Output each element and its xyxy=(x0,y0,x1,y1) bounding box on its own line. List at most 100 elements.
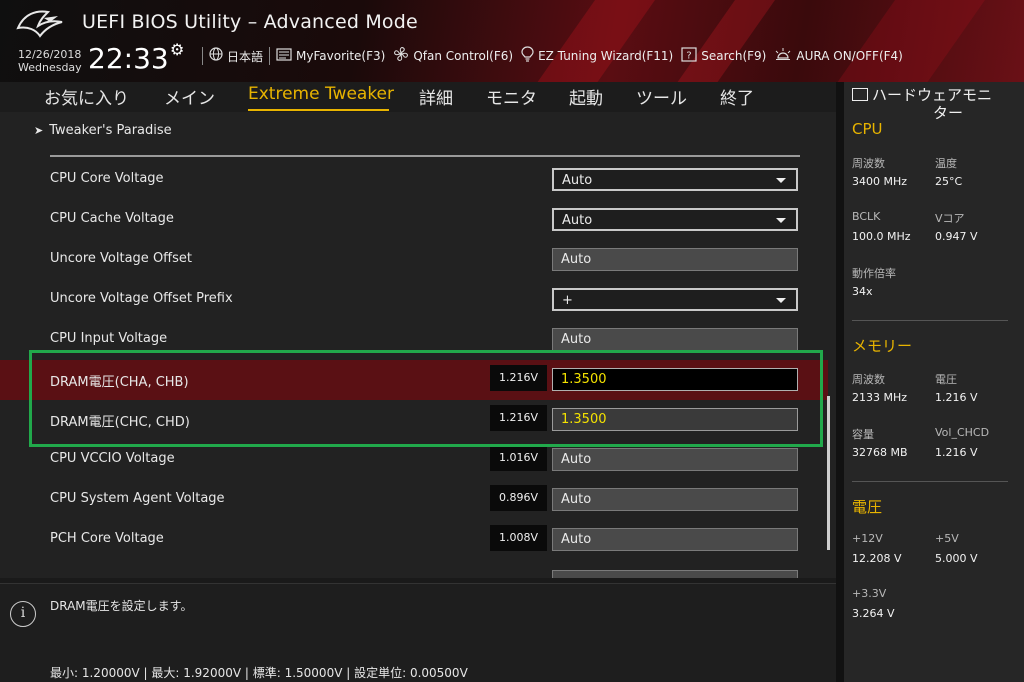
aura-toggle-label: AURA ON/OFF(F4) xyxy=(796,49,903,63)
setting-row-cpu-input-voltage[interactable]: CPU Input Voltage Auto xyxy=(0,320,828,360)
v33-value: 3.264 V xyxy=(852,607,895,620)
setting-row-dram-voltage-chc-chd[interactable]: DRAM電圧(CHC, CHD) 1.216V 1.3500 xyxy=(0,400,828,440)
voltage-reading: 1.216V xyxy=(490,365,547,391)
uncore-voltage-offset-prefix-dropdown[interactable]: + xyxy=(552,288,798,311)
search-label: Search(F9) xyxy=(701,49,767,63)
cpu-vcore-value: 0.947 V xyxy=(935,230,978,243)
mem-freq-value: 2133 MHz xyxy=(852,391,908,404)
voltage-reading: 1.216V xyxy=(490,405,547,431)
tab-favorites[interactable]: お気に入り xyxy=(44,84,129,109)
setting-label: Uncore Voltage Offset Prefix xyxy=(50,291,233,306)
fan-icon xyxy=(393,46,409,66)
help-description: DRAM電圧を設定します。 xyxy=(50,599,193,613)
setting-row-cpu-cache-voltage[interactable]: CPU Cache Voltage Auto xyxy=(0,200,828,240)
setting-row-uncore-voltage-offset[interactable]: Uncore Voltage Offset Auto xyxy=(0,240,828,280)
cpu-core-voltage-dropdown[interactable]: Auto xyxy=(552,168,798,191)
question-icon: ? xyxy=(681,46,697,66)
cpu-bclk-value: 100.0 MHz xyxy=(852,230,911,243)
monitor-icon xyxy=(852,88,868,101)
cpu-ratio-label: 動作倍率 xyxy=(852,267,896,280)
next-setting-input-partial[interactable] xyxy=(552,570,798,578)
aura-icon xyxy=(774,47,792,65)
tab-tool[interactable]: ツール xyxy=(636,84,687,109)
cpu-section-heading: CPU xyxy=(852,120,883,138)
chevron-down-icon xyxy=(776,298,786,303)
cpu-vcore-label: Vコア xyxy=(935,212,965,225)
date-text: 12/26/2018 xyxy=(18,48,82,61)
cpu-bclk-label: BCLK xyxy=(852,210,881,223)
setting-label: CPU VCCIO Voltage xyxy=(50,451,175,466)
section-divider xyxy=(50,155,800,157)
language-label: 日本語 xyxy=(227,49,264,64)
cpu-freq-label: 周波数 xyxy=(852,157,885,170)
dram-voltage-chc-chd-input[interactable]: 1.3500 xyxy=(552,408,798,431)
dropdown-value: Auto xyxy=(562,173,593,188)
cpu-system-agent-voltage-input[interactable]: Auto xyxy=(552,488,798,511)
cpu-input-voltage-input[interactable]: Auto xyxy=(552,328,798,351)
hw-title-text: ハードウェアモニ xyxy=(872,86,993,104)
bulb-icon xyxy=(521,46,534,66)
tab-advanced[interactable]: 詳細 xyxy=(419,84,453,109)
v5-label: +5V xyxy=(935,532,959,545)
cpu-cache-voltage-dropdown[interactable]: Auto xyxy=(552,208,798,231)
breadcrumb[interactable]: ➤ Tweaker's Paradise xyxy=(34,123,172,138)
gear-icon[interactable]: ⚙ xyxy=(170,40,184,59)
dram-voltage-cha-chb-input[interactable]: 1.3500 xyxy=(552,368,798,391)
cpu-vccio-voltage-input[interactable]: Auto xyxy=(552,448,798,471)
v33-label: +3.3V xyxy=(852,587,887,600)
hardware-monitor-title: ハードウェアモニ ター xyxy=(852,86,1020,122)
setting-row-uncore-voltage-offset-prefix[interactable]: Uncore Voltage Offset Prefix + xyxy=(0,280,828,320)
uncore-voltage-offset-input[interactable]: Auto xyxy=(552,248,798,271)
setting-row-cpu-core-voltage[interactable]: CPU Core Voltage Auto xyxy=(0,160,828,200)
mem-freq-label: 周波数 xyxy=(852,373,885,386)
qfan-control-button[interactable]: Qfan Control(F6) xyxy=(393,46,513,66)
tab-monitor[interactable]: モニタ xyxy=(486,84,537,109)
voltage-section-heading: 電圧 xyxy=(852,498,883,516)
language-button[interactable]: 日本語 xyxy=(209,47,263,65)
header-bar: UEFI BIOS Utility – Advanced Mode 12/26/… xyxy=(0,0,1024,82)
ez-tuning-wizard-label: EZ Tuning Wizard(F11) xyxy=(538,49,674,63)
aura-toggle-button[interactable]: AURA ON/OFF(F4) xyxy=(774,47,903,65)
mem-volt-label: 電圧 xyxy=(935,373,957,386)
myfavorite-button[interactable]: MyFavorite(F3) xyxy=(276,47,386,65)
setting-row-cpu-system-agent-voltage[interactable]: CPU System Agent Voltage 0.896V Auto xyxy=(0,480,828,520)
search-button[interactable]: ? Search(F9) xyxy=(681,46,767,66)
setting-row-dram-voltage-cha-chb[interactable]: DRAM電圧(CHA, CHB) 1.216V 1.3500 xyxy=(0,360,828,400)
v5-value: 5.000 V xyxy=(935,552,978,565)
v12-value: 12.208 V xyxy=(852,552,902,565)
setting-label: CPU System Agent Voltage xyxy=(50,491,225,506)
mem-capacity-label: 容量 xyxy=(852,428,874,441)
tab-exit[interactable]: 終了 xyxy=(720,84,754,109)
setting-label: PCH Core Voltage xyxy=(50,531,164,546)
toolbar-divider xyxy=(202,47,203,65)
date-display: 12/26/2018 Wednesday xyxy=(18,48,82,74)
setting-row-pch-core-voltage[interactable]: PCH Core Voltage 1.008V Auto xyxy=(0,520,828,560)
pch-core-voltage-input[interactable]: Auto xyxy=(552,528,798,551)
cpu-temp-label: 温度 xyxy=(935,157,957,170)
chevron-down-icon xyxy=(776,178,786,183)
tab-extreme-tweaker[interactable]: Extreme Tweaker xyxy=(248,84,394,104)
monitor-divider xyxy=(852,320,1008,321)
v12-label: +12V xyxy=(852,532,883,545)
myfavorite-label: MyFavorite(F3) xyxy=(296,49,386,63)
dropdown-value: Auto xyxy=(562,213,593,228)
ez-tuning-wizard-button[interactable]: EZ Tuning Wizard(F11) xyxy=(521,46,673,66)
setting-row-cpu-vccio-voltage[interactable]: CPU VCCIO Voltage 1.016V Auto xyxy=(0,440,828,480)
voltage-reading: 1.008V xyxy=(490,525,547,551)
monitor-divider xyxy=(852,481,1008,482)
settings-scrollbar[interactable] xyxy=(827,396,830,550)
panel-divider xyxy=(836,82,844,682)
settings-panel: ➤ Tweaker's Paradise CPU Core Voltage Aut… xyxy=(0,112,836,578)
hardware-monitor-panel: ハードウェアモニ ター CPU 周波数 温度 3400 MHz 25°C BCL… xyxy=(844,82,1024,682)
svg-text:?: ? xyxy=(687,50,692,61)
tab-main[interactable]: メイン xyxy=(164,84,215,109)
tab-boot[interactable]: 起動 xyxy=(569,84,603,109)
voltage-reading: 0.896V xyxy=(490,485,547,511)
main-menu-bar: お気に入り メイン Extreme Tweaker 詳細 モニタ 起動 ツール … xyxy=(0,82,836,112)
clock-display[interactable]: 22:33 xyxy=(88,42,169,75)
cpu-ratio-value: 34x xyxy=(852,285,873,298)
rog-logo-icon xyxy=(16,10,63,38)
globe-icon xyxy=(209,47,223,65)
voltage-reading: 1.016V xyxy=(490,445,547,471)
active-tab-underline xyxy=(248,109,389,111)
